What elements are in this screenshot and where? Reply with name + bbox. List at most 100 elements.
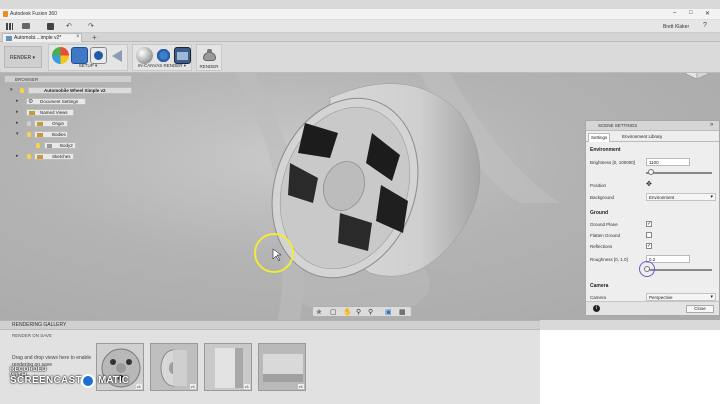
version-badge: v1: [189, 384, 196, 389]
move-icon[interactable]: ✥: [646, 180, 652, 188]
maximize-button[interactable]: □: [689, 10, 693, 16]
tree-item-origin[interactable]: ▸ Origin: [16, 119, 86, 128]
document-tab[interactable]: Automobi....imple v2* ×: [2, 33, 82, 42]
render-on-save-label[interactable]: RENDER ON SAVE: [12, 333, 52, 338]
roughness-input[interactable]: 0.2: [646, 255, 690, 263]
ground-section[interactable]: Ground: [590, 210, 608, 216]
collapse-icon[interactable]: ▾: [10, 87, 13, 93]
scene-settings-tabs: Settings Environment Library: [586, 132, 719, 142]
render-settings-icon[interactable]: [155, 47, 172, 64]
viewcube[interactable]: [684, 73, 710, 81]
visibility-bulb-icon[interactable]: [27, 132, 31, 137]
browser-title: BROWSER: [15, 77, 39, 82]
camera-section[interactable]: Camera: [590, 283, 608, 289]
help-icon[interactable]: ?: [703, 22, 707, 29]
tree-item-document-settings[interactable]: ▸ ⚙ Document Settings: [16, 97, 86, 106]
capture-image-icon[interactable]: [174, 47, 191, 64]
in-canvas-render-icon[interactable]: [136, 47, 153, 64]
undo-icon[interactable]: ↶: [66, 22, 72, 30]
brightness-slider[interactable]: [646, 172, 712, 174]
redo-icon[interactable]: ↷: [88, 22, 94, 30]
look-at-icon[interactable]: ▢: [330, 308, 337, 316]
camera-select[interactable]: Perspective ▾: [646, 293, 716, 301]
new-tab-button[interactable]: +: [92, 33, 97, 42]
grid-icon[interactable]: [6, 23, 13, 30]
brightness-label: Brightness [0, 100000]: [590, 160, 636, 165]
expand-icon[interactable]: ▸: [16, 153, 19, 159]
setup-group: SETUP ▾: [48, 44, 128, 71]
expand-icon[interactable]: ▸: [16, 120, 19, 126]
folder-icon: [37, 133, 43, 137]
visibility-bulb-icon[interactable]: [27, 154, 31, 159]
reflections-checkbox[interactable]: ✓: [646, 243, 652, 249]
workspace-switcher[interactable]: RENDER ▾: [4, 46, 42, 68]
chevron-down-icon: ▾: [710, 294, 713, 300]
fusion-window: Autodesk Fusion 360 – □ ✕ ↶ ↷ Brett Klak…: [0, 0, 720, 404]
gallery-thumbnail[interactable]: v1: [204, 343, 252, 391]
visibility-bulb-icon[interactable]: [20, 88, 24, 93]
zoom-window-icon[interactable]: ⚲: [368, 308, 373, 316]
tree-item-body2[interactable]: Body2: [34, 141, 84, 150]
gallery-thumbnail[interactable]: v1: [150, 343, 198, 391]
workspace-label: RENDER ▾: [10, 55, 36, 61]
tree-item-label: Named Views: [40, 110, 68, 115]
tree-item-label: Bodies: [52, 132, 66, 137]
tab-settings[interactable]: Settings: [588, 133, 611, 142]
document-tab-bar: Automobi....imple v2* ×: [0, 33, 720, 42]
info-icon[interactable]: i: [593, 305, 600, 312]
collapse-panel-icon[interactable]: »: [710, 122, 713, 128]
expand-icon[interactable]: ▸: [16, 109, 19, 115]
expand-icon[interactable]: ▸: [16, 98, 19, 104]
app-icon: [3, 11, 8, 17]
tree-item-bodies[interactable]: ▾ Bodies: [16, 130, 86, 139]
watermark-brand-suffix: MATIC: [98, 375, 129, 386]
close-button[interactable]: Close: [686, 305, 714, 313]
document-icon: [6, 36, 12, 41]
minimize-button[interactable]: –: [673, 10, 676, 16]
ground-plane-label: Ground Plane: [590, 222, 618, 227]
close-window-button[interactable]: ✕: [705, 10, 710, 17]
cursor-highlight-ring: [639, 261, 655, 277]
ground-plane-checkbox[interactable]: ✓: [646, 221, 652, 227]
save-icon[interactable]: [47, 23, 54, 30]
decal-icon[interactable]: [109, 47, 126, 64]
in-canvas-render-label[interactable]: IN-CANVAS RENDER ▾: [133, 63, 191, 69]
tree-root[interactable]: ▾ Automobile Wheel Simple v2: [10, 86, 135, 95]
brightness-slider-knob[interactable]: [648, 169, 654, 175]
scene-settings-header[interactable]: SCENE SETTINGS »: [586, 121, 719, 131]
user-name[interactable]: Brett Klaker: [663, 24, 689, 30]
tree-item-sketches[interactable]: ▸ Sketches: [16, 152, 86, 161]
browser-header[interactable]: BROWSER: [4, 75, 132, 83]
orbit-icon[interactable]: ✯: [316, 308, 322, 316]
environment-section[interactable]: Environment: [590, 147, 621, 153]
pan-icon[interactable]: ✋: [343, 308, 352, 316]
tree-item-named-views[interactable]: ▸ Named Views: [16, 108, 86, 117]
zoom-icon[interactable]: ⚲: [356, 308, 361, 316]
background-select[interactable]: Environment ▾: [646, 193, 716, 201]
gear-icon: ⚙: [28, 99, 34, 105]
visibility-bulb-icon[interactable]: [27, 121, 31, 126]
display-settings-icon[interactable]: ▣: [385, 308, 392, 316]
appearance-icon[interactable]: [52, 47, 69, 64]
roughness-slider[interactable]: [646, 269, 712, 271]
close-tab-icon[interactable]: ×: [76, 34, 80, 40]
tab-environment-library[interactable]: Environment Library: [620, 133, 664, 142]
brightness-input[interactable]: 1100: [646, 158, 690, 166]
setup-group-label[interactable]: SETUP ▾: [49, 63, 127, 69]
tree-root-label: Automobile Wheel Simple v2: [44, 88, 106, 93]
version-badge: v1: [135, 384, 142, 389]
grid-settings-icon[interactable]: ▦: [399, 308, 406, 316]
gallery-thumbnail[interactable]: v1: [258, 343, 306, 391]
flatten-ground-checkbox[interactable]: [646, 232, 652, 238]
render-group: RENDER: [196, 44, 222, 71]
gallery-header[interactable]: RENDERING GALLERY: [0, 321, 540, 330]
render-teapot-icon[interactable]: [201, 47, 218, 64]
physical-material-icon[interactable]: [71, 47, 88, 64]
tree-item-label: Sketches: [52, 154, 71, 159]
scene-settings-icon[interactable]: [90, 47, 107, 64]
visibility-bulb-icon[interactable]: [36, 143, 40, 148]
background-label: Background: [590, 195, 615, 200]
collapse-icon[interactable]: ▾: [16, 131, 19, 137]
render-label[interactable]: RENDER: [197, 64, 221, 69]
folder-icon[interactable]: [22, 23, 30, 29]
